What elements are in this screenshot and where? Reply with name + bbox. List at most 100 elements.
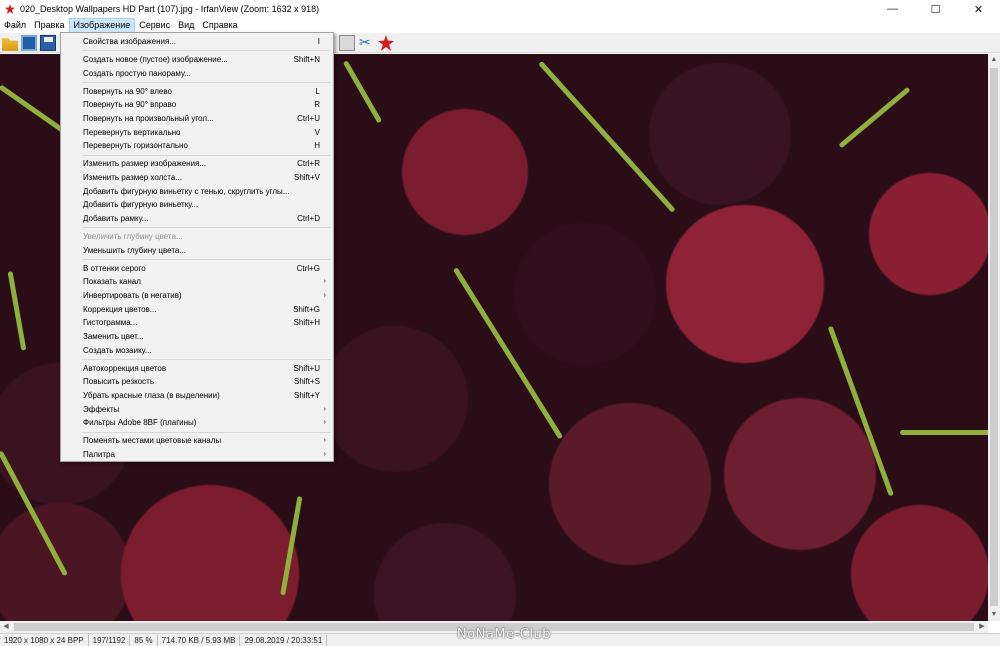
window-title: 020_Desktop Wallpapers HD Part (107).jpg…	[20, 4, 320, 14]
cherry-stem	[838, 86, 911, 149]
menu-image[interactable]: Изображение	[68, 18, 136, 33]
submenu-arrow-icon: ›	[323, 419, 326, 427]
menu-item-label: Перевернуть вертикально	[83, 127, 181, 137]
menu-item[interactable]: Создать простую панораму...	[62, 67, 332, 80]
menu-item-shortcut: Ctrl+D	[297, 214, 320, 223]
scroll-down-icon[interactable]: ▼	[988, 609, 1000, 621]
menu-item-label: Инвертировать (в негатив)	[83, 290, 182, 300]
menu-item-shortcut: R	[314, 100, 320, 110]
menu-item-shortcut: Shift+Y	[293, 391, 320, 400]
status-file-size: 714.70 KB / 5.93 MB	[158, 634, 241, 646]
menu-item-shortcut: L	[315, 86, 320, 96]
scroll-up-icon[interactable]: ▲	[988, 54, 1000, 66]
menu-item-shortcut: Shift+G	[293, 304, 320, 314]
menu-item-label: Фильтры Adobe 8BF (плагины)	[83, 418, 197, 428]
menu-item-label: Убрать красные глаза (в выделении)	[83, 391, 220, 400]
menu-item[interactable]: Создать новое (пустое) изображение... Shi…	[62, 53, 332, 66]
menu-item[interactable]: Гистограмма... Shift+H	[62, 316, 332, 329]
cherry-stem	[7, 271, 27, 351]
menu-item-label: Добавить фигурную виньетку...	[83, 200, 199, 210]
window-controls: — ☐ ✕	[871, 0, 1000, 18]
menu-file[interactable]: Файл	[0, 18, 30, 33]
menu-item[interactable]: Показать канал ›	[62, 275, 332, 288]
cherry-stem	[900, 430, 988, 435]
menu-item[interactable]: Повернуть на 90° влево L	[62, 85, 332, 98]
menu-tools[interactable]: Сервис	[135, 18, 174, 33]
scroll-right-icon[interactable]: ▶	[976, 621, 988, 633]
menu-item-label: В оттенки серого	[83, 263, 146, 273]
status-zoom: 85 %	[130, 634, 158, 646]
close-button[interactable]: ✕	[957, 0, 1000, 18]
menu-item[interactable]: Перевернуть горизонтально H	[62, 139, 332, 152]
menu-item[interactable]: Добавить рамку... Ctrl+D	[62, 212, 332, 225]
menu-item[interactable]: Автокоррекция цветов Shift+U	[62, 362, 332, 375]
menu-item-label: Палитра	[83, 450, 115, 459]
menu-item-shortcut: Shift+V	[293, 172, 320, 182]
menu-item-shortcut: Shift+S	[293, 377, 320, 387]
menu-item[interactable]: Поменять местами цветовые каналы ›	[62, 434, 332, 447]
menu-item-label: Поменять местами цветовые каналы	[83, 436, 222, 446]
menu-view[interactable]: Вид	[174, 18, 198, 33]
menu-item[interactable]: Инвертировать (в негатив) ›	[62, 289, 332, 302]
menu-item[interactable]: Повернуть на 90° вправо R	[62, 98, 332, 111]
menu-item[interactable]: В оттенки серого Ctrl+G	[62, 262, 332, 275]
minimize-button[interactable]: —	[871, 0, 914, 18]
menu-item[interactable]: Свойства изображения... I	[62, 35, 332, 48]
scroll-left-icon[interactable]: ◀	[0, 621, 12, 633]
menu-item-shortcut: Ctrl+R	[297, 159, 320, 169]
cherry-stem	[0, 84, 67, 135]
menu-bar: Файл Правка Изображение Сервис Вид Справ…	[0, 18, 1000, 33]
menu-edit[interactable]: Правка	[30, 18, 68, 33]
cherry-stem	[827, 325, 894, 497]
menu-item[interactable]: Изменить размер холста... Shift+V	[62, 171, 332, 184]
menu-item-label: Создать мозаику...	[83, 345, 152, 355]
copy-icon[interactable]	[339, 35, 355, 51]
menu-separator	[82, 154, 331, 156]
menu-item-label: Показать канал	[83, 277, 141, 287]
menu-item[interactable]: Уменьшить глубину цвета...	[62, 244, 332, 257]
cherry-stem	[452, 267, 564, 440]
menu-item[interactable]: Эффекты ›	[62, 403, 332, 416]
menu-item[interactable]: Коррекция цветов... Shift+G	[62, 303, 332, 316]
menu-item-label: Заменить цвет...	[83, 332, 144, 341]
menu-item[interactable]: Перевернуть вертикально V	[62, 126, 332, 139]
menu-item-label: Свойства изображения...	[83, 37, 177, 46]
menu-separator	[82, 50, 331, 52]
menu-separator	[82, 431, 331, 433]
menu-item[interactable]: Повернуть на произвольный угол... Ctrl+U	[62, 112, 332, 125]
slideshow-icon[interactable]	[21, 35, 37, 51]
menu-item[interactable]: Добавить фигурную виньетку...	[62, 198, 332, 211]
menu-item[interactable]: Фильтры Adobe 8BF (плагины) ›	[62, 416, 332, 429]
submenu-arrow-icon: ›	[323, 278, 326, 286]
menu-item-label: Автокоррекция цветов	[83, 363, 167, 373]
menu-item[interactable]: Создать мозаику...	[62, 344, 332, 357]
menu-item-shortcut: Ctrl+G	[296, 263, 320, 273]
maximize-button[interactable]: ☐	[914, 0, 957, 18]
menu-separator	[82, 258, 331, 260]
menu-item-label: Гистограмма...	[83, 318, 138, 328]
menu-item[interactable]: Палитра ›	[62, 448, 332, 461]
menu-item[interactable]: Убрать красные глаза (в выделении) Shift+…	[62, 389, 332, 402]
irfanview-icon	[4, 3, 16, 15]
menu-item[interactable]: Заменить цвет...	[62, 330, 332, 343]
irfanview-about-icon[interactable]	[378, 35, 394, 51]
menu-item-label: Уменьшить глубину цвета...	[83, 245, 187, 255]
menu-item-shortcut: Shift+N	[293, 54, 320, 64]
menu-item-label: Добавить рамку...	[83, 214, 149, 223]
settings-tools-icon[interactable]	[358, 34, 374, 51]
vertical-scroll-thumb[interactable]	[990, 68, 998, 606]
menu-item-shortcut: H	[314, 141, 320, 151]
menu-item-label: Изменить размер холста...	[83, 172, 182, 182]
menu-item[interactable]: Повысить резкость Shift+S	[62, 375, 332, 388]
menu-item[interactable]: Добавить фигурную виньетку с тенью, скру…	[62, 185, 332, 198]
menu-help[interactable]: Справка	[198, 18, 241, 33]
menu-item-label: Добавить фигурную виньетку с тенью, скру…	[83, 186, 290, 196]
image-menu-dropdown: Свойства изображения... I Создать новое (п…	[60, 32, 334, 462]
save-icon[interactable]	[40, 35, 56, 51]
vertical-scrollbar[interactable]: ▲ ▼	[988, 54, 1000, 621]
menu-item[interactable]: Изменить размер изображения... Ctrl+R	[62, 157, 332, 170]
cherry-stem	[538, 60, 676, 213]
open-folder-icon[interactable]	[2, 38, 18, 51]
submenu-arrow-icon: ›	[323, 451, 326, 458]
cherry-stem	[342, 60, 383, 124]
